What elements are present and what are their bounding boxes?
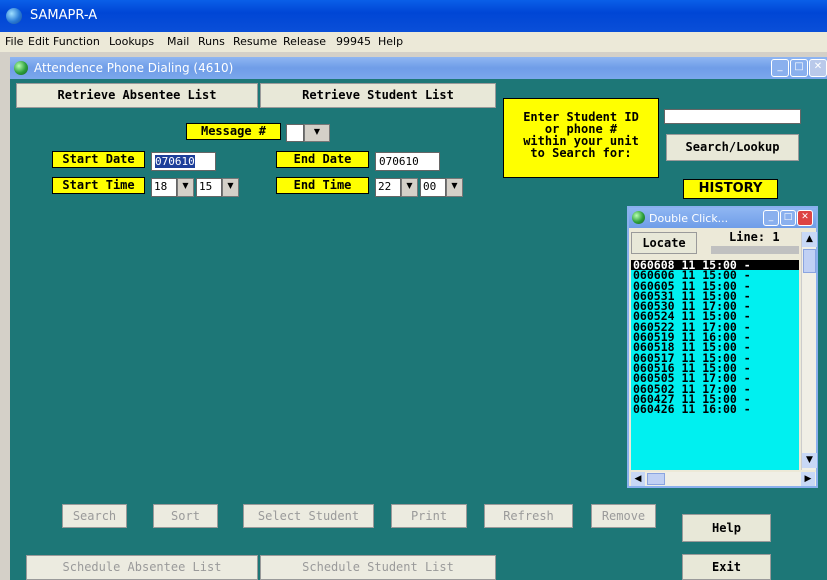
sort-button[interactable]: Sort [153, 504, 218, 528]
refresh-button[interactable]: Refresh [484, 504, 573, 528]
scroll-right-icon[interactable]: ▶ [801, 472, 815, 486]
start-date-value: 070610 [155, 155, 195, 168]
scroll-down-icon[interactable]: ▼ [802, 453, 817, 468]
message-label: Message # [186, 123, 281, 140]
menu-runs[interactable]: Runs [198, 35, 225, 48]
scroll-thumb[interactable] [803, 249, 816, 273]
message-field[interactable] [286, 124, 304, 142]
history-vscrollbar[interactable]: ▲ ▼ [801, 232, 817, 470]
history-popup-titlebar: Double Click... _ □ ✕ [629, 208, 816, 228]
hscroll-thumb[interactable] [647, 473, 665, 485]
end-hour-dropdown-icon[interactable]: ▼ [401, 178, 418, 197]
history-label: HISTORY [683, 179, 778, 199]
history-list[interactable]: 060608 11 15:00 -060606 11 15:00 -060605… [631, 260, 799, 470]
end-min-field[interactable]: 00 [420, 178, 446, 197]
schedule-student-button[interactable]: Schedule Student List [260, 555, 496, 580]
minimize-icon[interactable]: _ [771, 59, 789, 77]
start-time-label: Start Time [52, 177, 145, 194]
start-hour-field[interactable]: 18 [151, 178, 177, 197]
menu-function[interactable]: Function [53, 35, 100, 48]
start-date-label: Start Date [52, 151, 145, 168]
search-prompt: Enter Student ID or phone # within your … [503, 98, 659, 178]
end-min-dropdown-icon[interactable]: ▼ [446, 178, 463, 197]
history-popup: Double Click... _ □ ✕ Locate Line: 1 060… [627, 206, 818, 488]
end-date-input[interactable]: 070610 [375, 152, 440, 171]
start-hour-dropdown-icon[interactable]: ▼ [177, 178, 194, 197]
select-student-button[interactable]: Select Student [243, 504, 374, 528]
menu-file[interactable]: File [5, 35, 23, 48]
end-hour-field[interactable]: 22 [375, 178, 401, 197]
retrieve-absentee-button[interactable]: Retrieve Absentee List [16, 83, 258, 108]
menu-99945[interactable]: 99945 [336, 35, 371, 48]
search-lookup-button[interactable]: Search/Lookup [666, 134, 799, 161]
start-min-field[interactable]: 15 [196, 178, 222, 197]
popup-minimize-icon[interactable]: _ [763, 210, 779, 226]
popup-icon [632, 211, 645, 224]
message-dropdown-icon[interactable]: ▼ [304, 124, 330, 142]
remove-button[interactable]: Remove [591, 504, 656, 528]
menu-mail[interactable]: Mail [167, 35, 189, 48]
schedule-absentee-button[interactable]: Schedule Absentee List [26, 555, 258, 580]
menu-resume[interactable]: Resume [233, 35, 277, 48]
history-row[interactable]: 060426 11 16:00 - [631, 403, 799, 415]
menu-lookups[interactable]: Lookups [109, 35, 154, 48]
window-icon [14, 61, 28, 75]
menu-help[interactable]: Help [378, 35, 403, 48]
history-popup-title: Double Click... [649, 212, 729, 225]
app-title: SAMAPR-A [30, 8, 98, 23]
close-icon[interactable]: ✕ [809, 59, 827, 77]
retrieve-student-button[interactable]: Retrieve Student List [260, 83, 496, 108]
line-indicator: Line: 1 [729, 230, 780, 244]
search-prompt-line: to Search for: [530, 146, 632, 160]
line-bar [711, 246, 799, 254]
scroll-left-icon[interactable]: ◀ [631, 472, 645, 486]
help-button[interactable]: Help [682, 514, 771, 542]
history-hscrollbar[interactable]: ◀ ▶ [631, 472, 816, 486]
exit-button[interactable]: Exit [682, 554, 771, 580]
print-button[interactable]: Print [391, 504, 467, 528]
app-icon [6, 8, 22, 24]
start-min-dropdown-icon[interactable]: ▼ [222, 178, 239, 197]
locate-button[interactable]: Locate [631, 232, 697, 254]
menu-release[interactable]: Release [283, 35, 326, 48]
window-titlebar: Attendence Phone Dialing (4610) _ □ ✕ [10, 57, 827, 79]
line-label: Line: [729, 230, 766, 244]
search-button[interactable]: Search [62, 504, 127, 528]
window-title: Attendence Phone Dialing (4610) [34, 61, 234, 75]
menu-edit[interactable]: Edit [28, 35, 49, 48]
end-time-label: End Time [276, 177, 369, 194]
end-date-label: End Date [276, 151, 369, 168]
menu-bar: File Edit Function Lookups Mail Runs Res… [0, 32, 827, 52]
popup-maximize-icon[interactable]: □ [780, 210, 796, 226]
popup-close-icon[interactable]: ✕ [797, 210, 813, 226]
maximize-icon[interactable]: □ [790, 59, 808, 77]
app-titlebar: SAMAPR-A [0, 0, 827, 32]
scroll-up-icon[interactable]: ▲ [802, 232, 817, 247]
start-date-input[interactable]: 070610 [151, 152, 216, 171]
search-input[interactable] [664, 109, 801, 124]
line-value: 1 [772, 230, 780, 244]
